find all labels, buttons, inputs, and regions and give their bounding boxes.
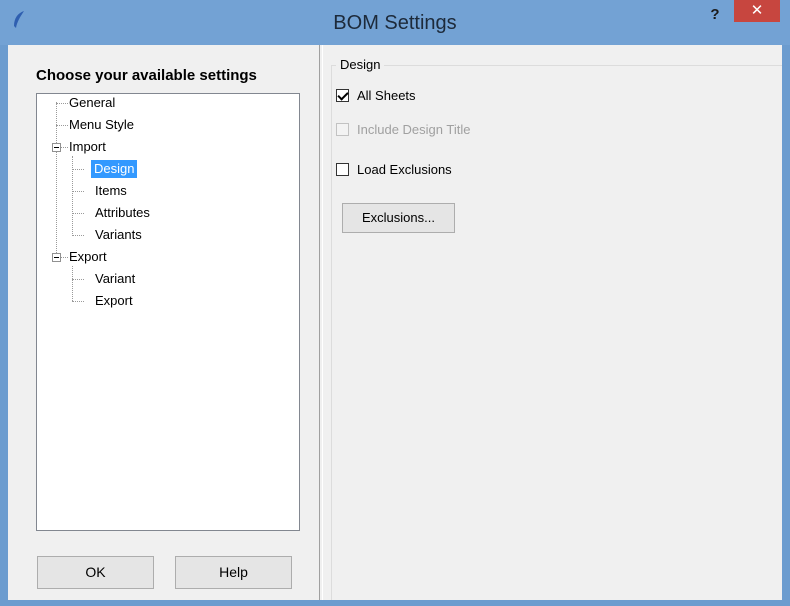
tree-connector [56,125,68,126]
load-exclusions-option[interactable]: Load Exclusions [336,160,452,178]
tree-connector [72,191,84,192]
include-design-title-label: Include Design Title [357,121,471,137]
settings-tree[interactable]: General Menu Style Import Design Items A… [36,93,300,531]
tree-export-line [72,266,73,301]
tree-connector [61,147,68,148]
design-settings-pane: Design All Sheets Include Design Title L… [323,45,782,600]
all-sheets-checkbox[interactable] [336,88,349,102]
design-group-box [331,65,782,600]
window-title: BOM Settings [333,12,457,34]
export-collapse-icon[interactable] [52,253,61,262]
load-exclusions-label: Load Exclusions [357,161,452,177]
tree-item-variants[interactable]: Variants [95,226,142,244]
close-button[interactable]: ✕ [734,0,780,22]
all-sheets-label: All Sheets [357,87,416,103]
include-design-title-checkbox [336,122,349,136]
tree-item-import[interactable]: Import [69,138,106,156]
tree-import-line [72,156,73,236]
tree-item-menu-style[interactable]: Menu Style [69,116,134,134]
tree-connector [72,279,84,280]
tree-connector [61,257,68,258]
design-group-title: Design [336,57,385,72]
dialog-body: Choose your available settings General M… [8,45,782,600]
tree-connector [72,169,84,170]
exclusions-button[interactable]: Exclusions... [342,203,455,233]
tree-connector [72,213,84,214]
settings-navigation-pane: Choose your available settings General M… [8,45,319,600]
tree-item-variant[interactable]: Variant [95,270,135,288]
bom-settings-window: BOM Settings ? ✕ Choose your available s… [0,0,790,606]
tree-item-attributes[interactable]: Attributes [95,204,150,222]
help-button[interactable]: Help [175,556,292,589]
import-collapse-icon[interactable] [52,143,61,152]
all-sheets-option[interactable]: All Sheets [336,86,416,104]
tree-item-design[interactable]: Design [91,160,138,178]
tree-item-general[interactable]: General [69,94,115,112]
title-bar[interactable]: BOM Settings ? ✕ [0,0,790,45]
tree-item-items[interactable]: Items [95,182,127,200]
tree-connector [72,301,84,302]
choose-settings-heading: Choose your available settings [36,67,257,84]
help-question-icon[interactable]: ? [705,6,725,26]
include-design-title-option: Include Design Title [336,120,470,138]
tree-connector [56,103,68,104]
tree-connector [72,235,84,236]
ok-button[interactable]: OK [37,556,154,589]
load-exclusions-checkbox[interactable] [336,162,349,176]
tree-item-export-child[interactable]: Export [95,292,133,310]
tree-item-export[interactable]: Export [69,248,107,266]
